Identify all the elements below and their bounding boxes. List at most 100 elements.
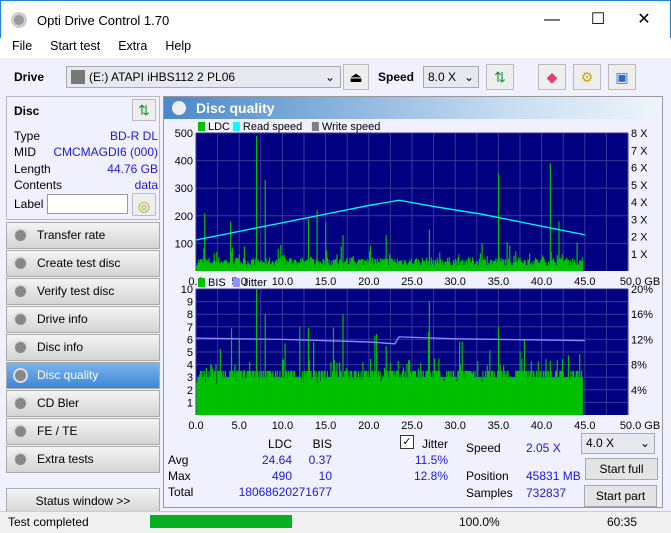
test-speed-select[interactable]: 4.0 X ⌄ xyxy=(581,433,655,454)
bis-col-header: BIS xyxy=(312,437,332,451)
x-tick-label: 40.0 xyxy=(531,276,552,288)
test-speed-value: 4.0 X xyxy=(586,436,615,450)
y2-tick-label: 12% xyxy=(631,334,653,346)
y2-tick-label: 4% xyxy=(631,385,647,397)
stat-bis: 0.37 xyxy=(308,453,332,467)
type-value: BD-R DL xyxy=(109,129,158,143)
progress-fill xyxy=(150,515,292,528)
nav-icon xyxy=(13,452,28,467)
nav-icon xyxy=(13,424,28,439)
position-label: Position xyxy=(466,469,509,483)
jitter-label: Jitter xyxy=(422,437,449,451)
y2-tick-label: 1 X xyxy=(631,249,648,261)
ldc-bar xyxy=(255,135,258,271)
nav-icon xyxy=(13,256,28,271)
speed-select[interactable]: 8.0 X ⌄ xyxy=(423,66,479,88)
legend-swatch xyxy=(311,122,319,131)
window-title: Opti Drive Control 1.70 xyxy=(37,13,170,28)
settings-button[interactable]: ⚙ xyxy=(573,64,601,90)
x-tick-label: 5.0 xyxy=(232,420,247,432)
drive-label: Drive xyxy=(14,70,45,84)
nav-transfer-rate[interactable]: Transfer rate xyxy=(6,222,160,249)
drive-value: (E:) ATAPI iHBS112 2 PL06 xyxy=(89,70,236,84)
ldc-col-header: LDC xyxy=(267,437,292,451)
toolbar: Drive (E:) ATAPI iHBS112 2 PL06 ⌄ ⏏ Spee… xyxy=(0,58,671,94)
nav-label: Drive info xyxy=(37,312,88,326)
x-tick-label: 35.0 xyxy=(488,420,509,432)
nav-label: Disc info xyxy=(37,340,84,354)
speed-label: Speed xyxy=(378,70,415,84)
nav-disc-info[interactable]: Disc info xyxy=(6,334,160,361)
x-tick-label: 10.0 xyxy=(272,276,293,288)
legend-swatch xyxy=(198,278,205,287)
stat-jitter: 11.5% xyxy=(414,453,448,467)
chevron-down-icon: ⌄ xyxy=(463,70,474,84)
drive-select[interactable]: (E:) ATAPI iHBS112 2 PL06 ⌄ xyxy=(66,66,341,88)
label-input[interactable] xyxy=(47,194,128,214)
menu-help[interactable]: Help xyxy=(165,39,191,53)
x-tick-label: 40.0 xyxy=(531,420,552,432)
jitter-checkbox[interactable]: ✓ xyxy=(400,435,414,449)
x-tick-label: 45.0 xyxy=(574,420,595,432)
menu-start-test[interactable]: Start test xyxy=(50,39,100,53)
legend-swatch xyxy=(232,278,240,287)
label-label: Label xyxy=(14,197,44,211)
stat-row-label: Avg xyxy=(168,453,189,467)
x-tick-label: 25.0 xyxy=(401,276,422,288)
maximize-button[interactable]: ☐ xyxy=(575,5,621,35)
x-tick-label: 0.0 xyxy=(188,420,203,432)
disc-refresh-button[interactable]: ⇅ xyxy=(132,99,156,121)
start-part-button[interactable]: Start part xyxy=(584,485,657,507)
stat-jitter: 12.8% xyxy=(413,469,448,483)
nav-disc-quality[interactable]: Disc quality xyxy=(6,362,160,389)
eraser-button[interactable]: ◆ xyxy=(538,64,566,90)
nav-extra-tests[interactable]: Extra tests xyxy=(6,446,160,473)
legend-label: Jitter xyxy=(243,277,267,289)
nav-fe-te[interactable]: FE / TE xyxy=(6,418,160,445)
refresh-button[interactable]: ⇅ xyxy=(486,64,514,90)
save-button[interactable]: ▣ xyxy=(608,64,636,90)
menu-extra[interactable]: Extra xyxy=(118,39,147,53)
y2-tick-label: 7 X xyxy=(631,145,648,157)
elapsed-time: 60:35 xyxy=(607,515,638,529)
nav-create-test-disc[interactable]: Create test disc xyxy=(6,250,160,277)
nav-label: Disc quality xyxy=(37,368,99,382)
nav-label: Transfer rate xyxy=(37,228,106,242)
eject-button[interactable]: ⏏ xyxy=(343,64,369,90)
stat-bis: 10 xyxy=(318,469,332,483)
stat-ldc: 490 xyxy=(271,469,292,483)
legend-label: LDC xyxy=(208,121,230,133)
ldc-bar xyxy=(497,173,500,271)
menu-file[interactable]: File xyxy=(12,39,32,53)
y-tick-label: 9 xyxy=(187,297,193,309)
close-button[interactable]: ✕ xyxy=(621,5,667,35)
disc-icon xyxy=(172,101,186,115)
start-full-button[interactable]: Start full xyxy=(585,458,658,480)
legend-swatch xyxy=(232,122,240,131)
mid-value: CMCMAGDI6 (000) xyxy=(53,145,158,159)
nav-verify-test-disc[interactable]: Verify test disc xyxy=(6,278,160,305)
x-tick-label: 15.0 xyxy=(315,420,336,432)
nav-cd-bler[interactable]: CD Bler xyxy=(6,390,160,417)
ldc-bar xyxy=(428,229,430,271)
y2-tick-label: 4 X xyxy=(631,197,648,209)
y2-tick-label: 2 X xyxy=(631,232,648,244)
y-tick-label: 10 xyxy=(181,284,193,296)
nav-icon xyxy=(13,284,28,299)
x-tick-label: 15.0 xyxy=(315,276,336,288)
nav-icon xyxy=(13,340,28,355)
disc-label-button[interactable]: ◎ xyxy=(132,193,156,216)
y-tick-label: 5 xyxy=(187,347,193,359)
y2-tick-label: 8 X xyxy=(631,128,648,140)
panel-title: Disc quality xyxy=(164,97,662,119)
x-tick-label: 20.0 xyxy=(358,420,379,432)
nav-drive-info[interactable]: Drive info xyxy=(6,306,160,333)
contents-label: Contents xyxy=(14,178,63,192)
x-tick-label: 20.0 xyxy=(358,276,379,288)
minimize-button[interactable]: — xyxy=(529,5,575,35)
bis-bar xyxy=(581,377,583,415)
stat-bis: 271677 xyxy=(291,485,332,499)
speed-stat-value: 2.05 X xyxy=(526,441,561,455)
speed-stat-label: Speed xyxy=(466,441,501,455)
legend-swatch xyxy=(198,122,205,131)
